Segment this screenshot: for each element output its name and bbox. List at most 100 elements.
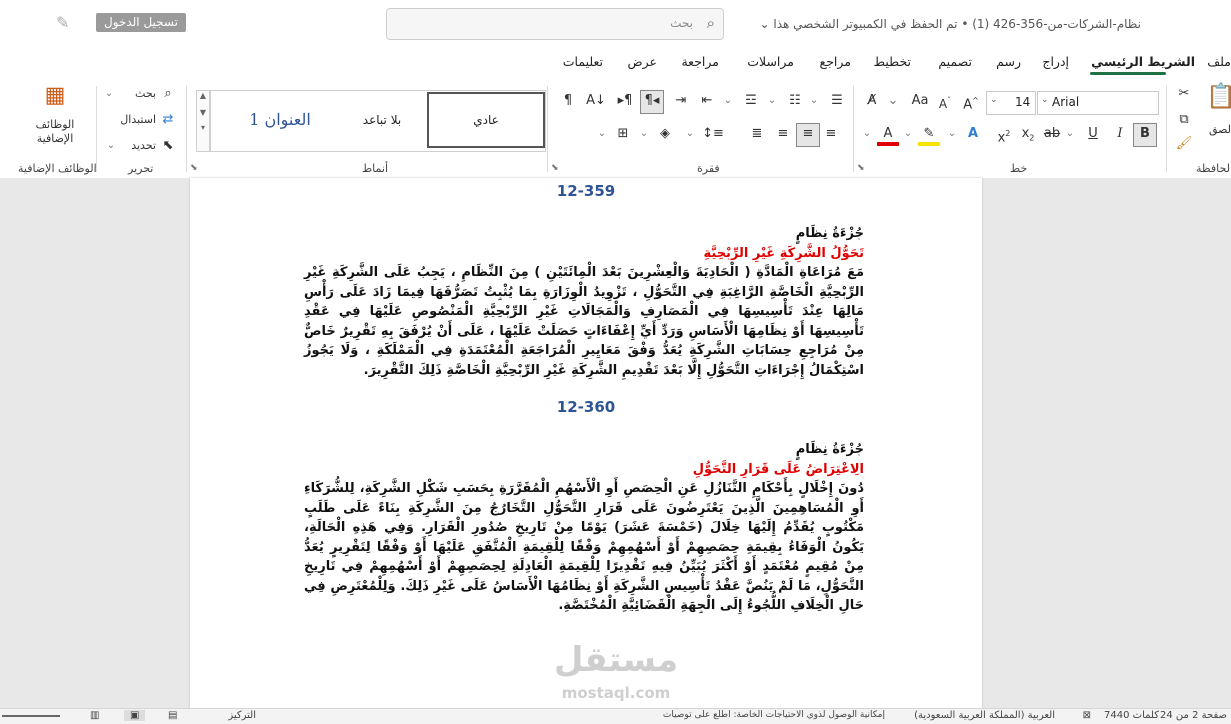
paste-button[interactable]: لصق (1208, 120, 1231, 142)
font-name-select[interactable]: Arial ⌄ (1037, 91, 1159, 115)
tab-layout[interactable]: تخطيط (874, 54, 911, 69)
accessibility-status[interactable]: إمكانية الوصول لذوي الاحتياجات الخاصة: ا… (663, 710, 885, 720)
select-icon[interactable]: ⬉ (158, 136, 178, 158)
line-spacing-icon[interactable]: ↕≡ (702, 124, 724, 146)
underline-button[interactable]: U (1083, 124, 1103, 146)
chevron-down-icon[interactable]: ⌄ (636, 124, 652, 146)
replace-icon[interactable]: ⇄ (158, 110, 178, 132)
chevron-down-icon[interactable]: ⌄ (720, 91, 736, 113)
style-no-spacing[interactable]: بلا تباعد (337, 92, 427, 148)
align-center-button[interactable]: ≡ (796, 123, 820, 147)
document-title[interactable]: نظام-الشركات-من-356-426 (1) • تم الحفظ ف… (760, 17, 1141, 31)
bullets-icon[interactable]: ☰ (826, 91, 848, 113)
web-layout-icon[interactable]: ▥ (90, 710, 99, 721)
tab-references[interactable]: مراجع (820, 54, 851, 69)
tab-design[interactable]: تصميم (938, 54, 972, 69)
chevron-down-icon[interactable]: ⌄ (944, 124, 960, 146)
print-layout-icon[interactable]: ▣ (124, 710, 146, 721)
multilevel-list-icon[interactable]: ☲ (740, 91, 762, 113)
clipboard-group-label: الحافظة (1196, 162, 1231, 175)
rtl-direction-button[interactable]: ¶◂ (640, 90, 664, 114)
increase-indent-icon[interactable]: ⇥ (670, 91, 692, 113)
replace-button[interactable]: استبدال (104, 110, 156, 132)
numbering-icon[interactable]: ☷ (784, 91, 806, 113)
pen-icon[interactable]: ✎ (56, 13, 69, 32)
highlight-icon[interactable]: ✎ (918, 124, 940, 146)
strikethrough-button[interactable]: ab (1042, 124, 1062, 146)
chevron-down-icon[interactable]: ⌄ (102, 84, 116, 106)
subscript-button[interactable]: x2 (1018, 124, 1038, 146)
article-heading: الِاعْتِرَاضُ عَلَى قَرَارِ التَّحَوُّلِ (692, 461, 864, 477)
styles-gallery-scroll[interactable]: ▲ ▼ ▾ (196, 90, 210, 152)
find-button[interactable]: بحث (118, 84, 156, 106)
article-part-label: جُزْءَةُ نِظَامٍ (795, 226, 864, 241)
more-icon[interactable]: ▾ (197, 123, 209, 132)
ltr-direction-icon[interactable]: ▸¶ (614, 91, 636, 113)
font-size-select[interactable]: 14 ⌄ (986, 91, 1036, 115)
clear-format-icon[interactable]: A̸ (862, 91, 882, 113)
styles-dialog-launcher-icon[interactable]: ⬊ (190, 163, 198, 173)
select-button[interactable]: تحديد (118, 136, 156, 158)
addins-button[interactable]: الوظائف الإضافية (20, 118, 90, 148)
style-normal[interactable]: عادي (427, 92, 545, 148)
tab-draw[interactable]: رسم (996, 54, 1021, 69)
chevron-down-icon[interactable]: ⌄ (682, 124, 698, 146)
chevron-down-icon[interactable]: ⌄ (1060, 124, 1080, 146)
tab-review[interactable]: مراجعة (681, 54, 719, 69)
style-heading-1[interactable]: العنوان 1 (225, 92, 335, 148)
borders-icon[interactable]: ⊞ (612, 124, 634, 146)
tab-file[interactable]: ملف (1207, 54, 1231, 69)
cut-icon[interactable]: ✂ (1174, 84, 1194, 106)
align-left-icon[interactable]: ≡ (772, 124, 794, 146)
page-count[interactable]: صفحة 2 من 24 (1160, 710, 1227, 721)
chevron-down-icon[interactable]: ⌄ (900, 124, 916, 146)
focus-button[interactable]: التركيز (228, 710, 256, 721)
zoom-slider[interactable] (2, 715, 60, 717)
chevron-up-icon[interactable]: ▲ (197, 91, 209, 100)
paragraph-group-label: فقرة (697, 162, 720, 175)
addins-icon[interactable]: ▦ (40, 85, 70, 116)
decrease-indent-icon[interactable]: ⇤ (696, 91, 718, 113)
chevron-down-icon[interactable]: ⌄ (594, 124, 610, 146)
chevron-down-icon[interactable]: ⌄ (882, 91, 904, 113)
login-button[interactable]: تسجيل الدخول (96, 13, 186, 32)
bold-button[interactable]: B (1133, 123, 1157, 147)
paste-icon[interactable]: 📋 (1206, 84, 1231, 120)
align-right-icon[interactable]: ≡ (820, 124, 842, 146)
find-icon[interactable]: ⌕ (158, 84, 178, 106)
format-painter-icon[interactable]: 🖌 (1174, 134, 1194, 156)
tab-home[interactable]: الشريط الرئيسي (1091, 54, 1195, 69)
styles-group-label: أنماط (362, 162, 389, 175)
chevron-down-icon[interactable]: ⌄ (806, 91, 822, 113)
show-marks-icon[interactable]: ¶ (558, 91, 578, 113)
word-count[interactable]: 7440 كلمات (1104, 710, 1159, 721)
shrink-font-icon[interactable]: Aˇ (934, 91, 956, 113)
document-page[interactable]: 12-359 جُزْءَةُ نِظَامٍ تَحَوُّلُ الشَّر… (190, 178, 982, 708)
chevron-down-icon[interactable]: ⌄ (859, 124, 875, 146)
tab-view[interactable]: عرض (628, 54, 657, 69)
superscript-button[interactable]: x2 (994, 124, 1014, 146)
language-indicator[interactable]: العربية (المملكة العربية السعودية) (914, 710, 1055, 721)
chevron-down-icon[interactable]: ⌄ (764, 91, 780, 113)
chevron-down-icon[interactable]: ⌄ (104, 136, 118, 158)
font-dialog-launcher-icon[interactable]: ⬊ (857, 163, 865, 173)
justify-icon[interactable]: ≣ (746, 124, 768, 146)
text-effects-icon[interactable]: A (962, 124, 984, 146)
tab-mailings[interactable]: مراسلات (747, 54, 794, 69)
paragraph-dialog-launcher-icon[interactable]: ⬊ (551, 163, 559, 173)
spelling-icon[interactable]: ⊠ (1083, 710, 1091, 721)
article-heading: تَحَوُّلُ الشَّرِكَةِ غَيْرِ الرِّبْحِيَ… (703, 245, 865, 261)
italic-button[interactable]: I (1110, 124, 1130, 146)
copy-icon[interactable]: ⧉ (1174, 110, 1194, 132)
search-input[interactable]: بحث ⌕ (386, 8, 724, 40)
tab-insert[interactable]: إدراج (1042, 54, 1069, 69)
read-mode-icon[interactable]: ▤ (168, 710, 177, 721)
shading-icon[interactable]: ◈ (654, 124, 676, 146)
font-color-icon[interactable]: A (877, 124, 899, 146)
change-case-icon[interactable]: Aa (908, 91, 932, 113)
grow-font-icon[interactable]: A^ (960, 91, 982, 113)
chevron-down-icon[interactable]: ▼ (197, 108, 209, 117)
tab-help[interactable]: تعليمات (563, 54, 603, 69)
sort-icon[interactable]: A↓ (584, 91, 608, 113)
watermark-url: mostaql.com (561, 684, 671, 702)
